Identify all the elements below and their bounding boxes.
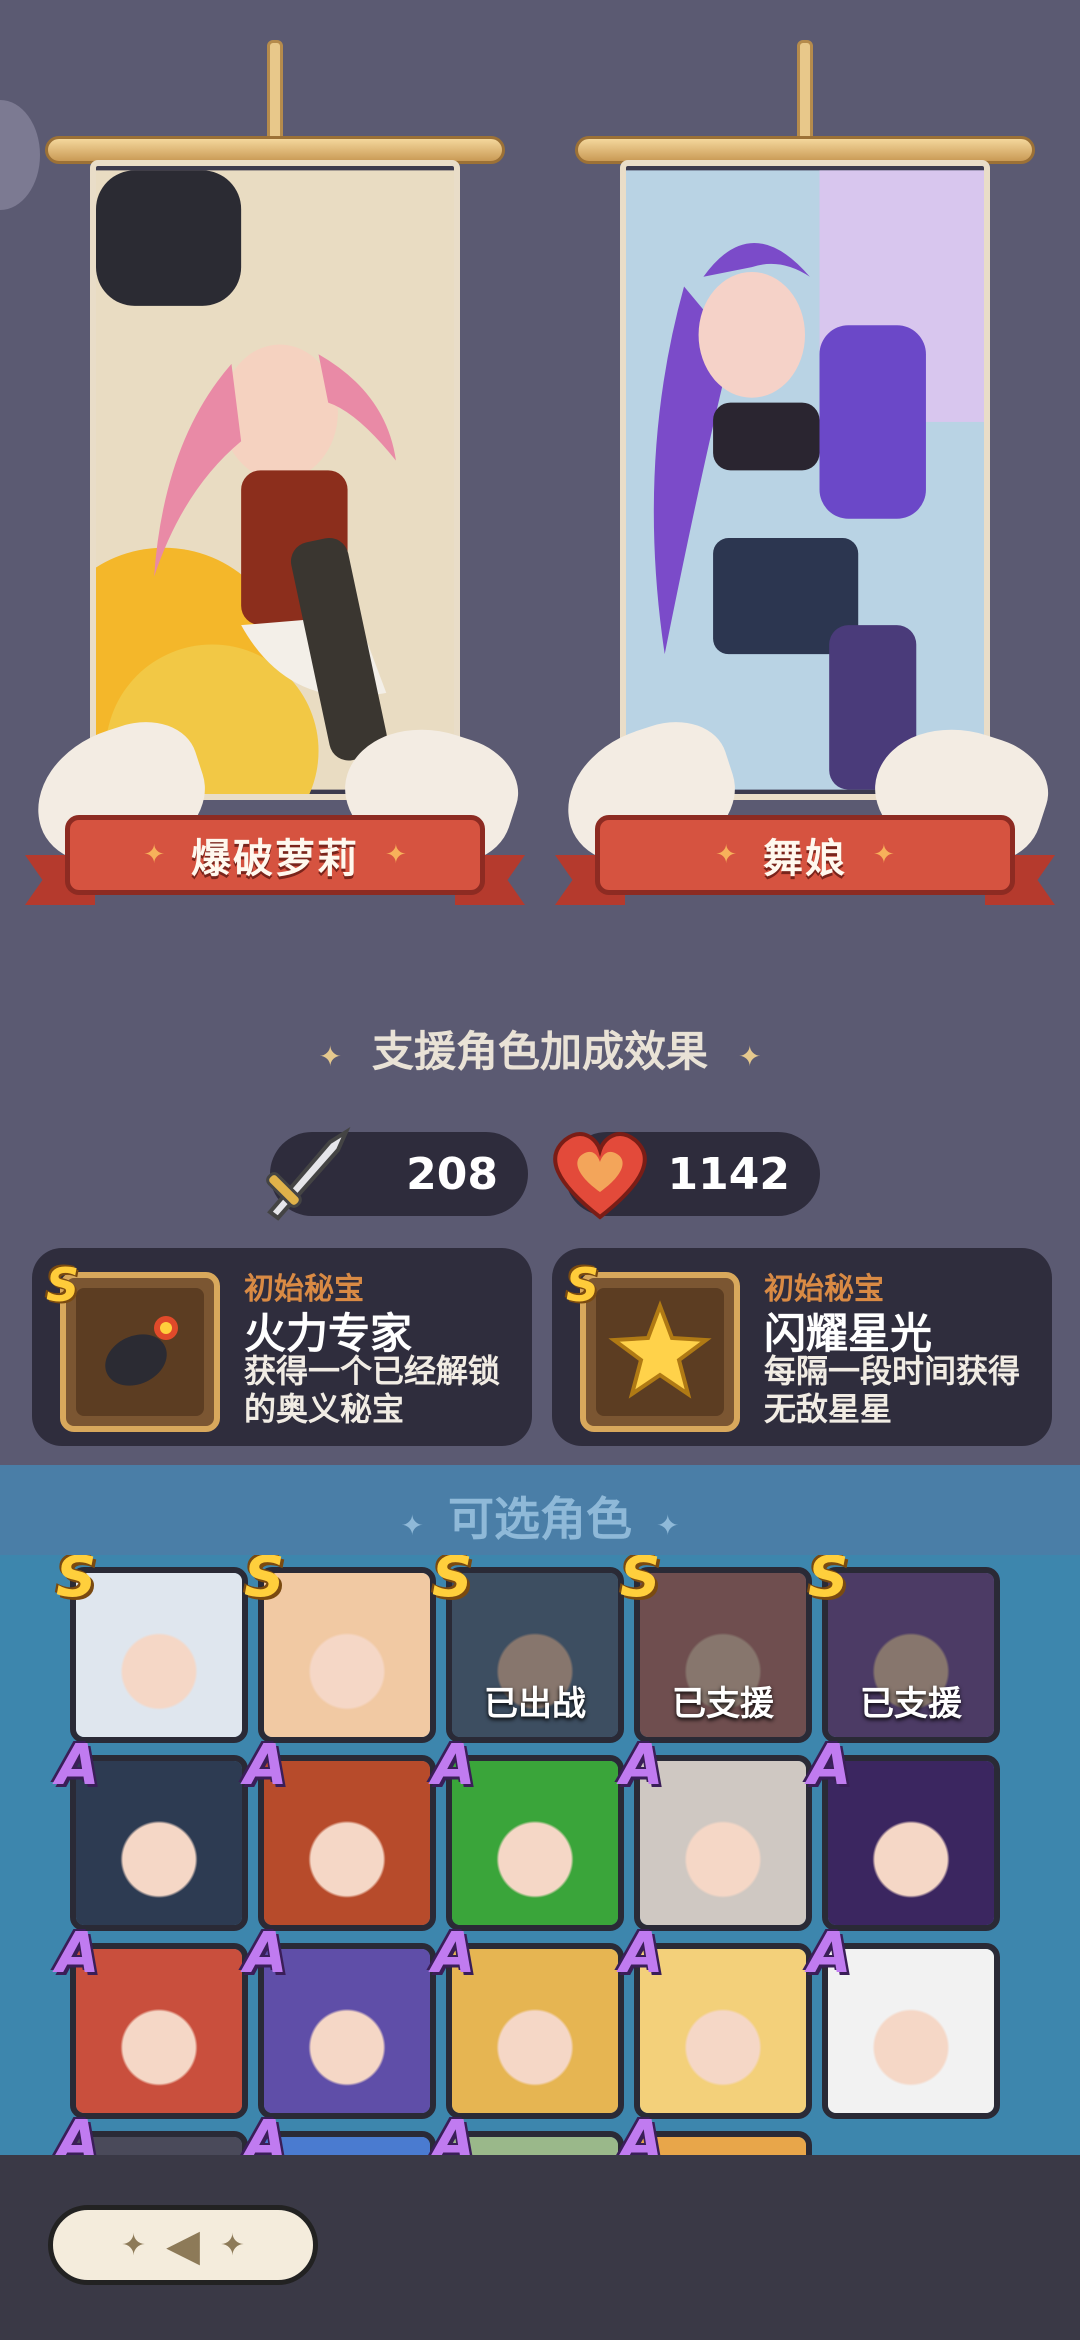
rank-badge: A <box>432 2109 476 2155</box>
rank-badge: S <box>46 1258 80 1312</box>
character-portrait <box>640 1761 806 1925</box>
bomb-icon <box>105 1316 178 1386</box>
attack-value: 208 <box>406 1148 498 1200</box>
ribbon-flourish-icon: ✦ <box>385 840 407 870</box>
rank-badge: A <box>432 1921 476 1986</box>
flourish-icon: ✦ <box>400 1509 424 1542</box>
character-portrait <box>452 1761 618 1925</box>
support-bonus-title: ✦ 支援角色加成效果 ✦ <box>318 1027 762 1076</box>
character-slot[interactable] <box>258 1567 436 1743</box>
character-portrait <box>828 1761 994 1925</box>
rank-badge: A <box>432 1733 476 1798</box>
slot-status: 已支援 <box>672 1684 774 1724</box>
bottom-bar: ✦ ◀ ✦ <box>0 2155 1080 2340</box>
character-portrait <box>452 1949 618 2113</box>
ribbon-flourish-icon: ✦ <box>715 840 737 870</box>
health-stat: 1142 <box>553 1132 820 1220</box>
slot-status: 已出战 <box>484 1684 586 1724</box>
relic-card-1[interactable]: S 初始秘宝 火力专家 获得一个已经解锁的奥义秘宝 <box>32 1248 532 1446</box>
rank-badge: A <box>56 1921 100 1986</box>
character-portrait <box>76 1573 242 1737</box>
rank-badge: A <box>620 2109 664 2155</box>
flourish-icon: ✦ <box>318 1040 342 1073</box>
character-portrait <box>264 1949 430 2113</box>
character-portrait <box>76 2137 242 2155</box>
character-portrait <box>626 170 984 790</box>
rank-badge: A <box>244 1921 288 1986</box>
character-portrait <box>96 170 454 794</box>
rank-badge: A <box>56 2109 100 2155</box>
character-portrait <box>76 1761 242 1925</box>
sparkle-icon: ✦ <box>219 2227 246 2263</box>
character-name: 爆破萝莉 <box>191 836 359 882</box>
portrait-frame <box>620 160 990 800</box>
rank-badge: A <box>808 1733 852 1798</box>
rank-badge: A <box>244 1733 288 1798</box>
selectable-header: ✦ 可选角色 ✦ <box>0 1465 1080 1555</box>
rank-badge: S <box>244 1555 285 1610</box>
sparkle-icon: ✦ <box>120 2227 147 2263</box>
relic-frame <box>60 1272 220 1432</box>
name-ribbon: ✦ 爆破萝莉 ✦ <box>25 815 525 907</box>
portrait-frame <box>90 160 460 800</box>
name-ribbon: ✦ 舞娘 ✦ <box>555 815 1055 907</box>
character-portrait <box>264 1573 430 1737</box>
slot-status: 已支援 <box>860 1684 962 1724</box>
character-portrait <box>264 2137 430 2155</box>
ribbon-flourish-icon: ✦ <box>873 840 895 870</box>
ribbon-flourish-icon: ✦ <box>143 840 165 870</box>
health-value: 1142 <box>667 1148 790 1200</box>
rank-badge: A <box>620 1921 664 1986</box>
heart-icon <box>553 1132 647 1220</box>
rank-badge: S <box>566 1258 600 1312</box>
support-banner-2[interactable]: ✦ 舞娘 ✦ <box>549 40 1061 940</box>
top-area: ✦ 爆破萝莉 ✦ ✦ 舞娘 ✦ ✦ 支援角色加成效果 ✦ 208 1142 S … <box>0 0 1080 1465</box>
character-slot[interactable] <box>70 1567 248 1743</box>
rank-badge: A <box>56 1733 100 1798</box>
back-button[interactable]: ✦ ◀ ✦ <box>48 2205 318 2285</box>
character-slot[interactable]: 已支援 <box>634 1567 812 1743</box>
character-portrait <box>264 1761 430 1925</box>
side-decoration <box>0 100 40 210</box>
rank-badge: S <box>56 1555 97 1610</box>
rank-badge: S <box>808 1555 849 1610</box>
character-portrait <box>76 1949 242 2113</box>
character-slot[interactable]: 已出战 <box>446 1567 624 1743</box>
rank-badge: A <box>808 1921 852 1986</box>
character-portrait <box>640 2137 806 2155</box>
sword-icon <box>266 1126 351 1221</box>
relic-description: 每隔一段时间获得无敌星星 <box>764 1352 1021 1428</box>
relic-frame <box>580 1272 740 1432</box>
relic-card-2[interactable]: S 初始秘宝 闪耀星光 每隔一段时间获得无敌星星 <box>552 1248 1052 1446</box>
character-name: 舞娘 <box>763 836 847 882</box>
flourish-icon: ✦ <box>738 1040 762 1073</box>
star-icon <box>608 1300 712 1399</box>
rank-badge: A <box>244 2109 288 2155</box>
character-portrait <box>640 1949 806 2113</box>
character-slot[interactable]: 已支援 <box>822 1567 1000 1743</box>
character-grid: S S 已出战 S 已支援 S 已支援 S A A A A A A A A A A A A A A <box>0 1555 1080 2155</box>
rank-badge: S <box>620 1555 661 1610</box>
relic-description: 获得一个已经解锁的奥义秘宝 <box>244 1352 501 1428</box>
character-portrait <box>828 1949 994 2113</box>
support-banner-1[interactable]: ✦ 爆破萝莉 ✦ <box>19 40 531 940</box>
flourish-icon: ✦ <box>656 1509 680 1542</box>
back-arrow-icon: ◀ <box>166 2219 200 2271</box>
rank-badge: A <box>620 1733 664 1798</box>
selectable-title: 可选角色 <box>448 1492 632 1546</box>
attack-stat: 208 <box>266 1126 528 1221</box>
rank-badge: S <box>432 1555 473 1610</box>
character-portrait <box>452 2137 618 2155</box>
